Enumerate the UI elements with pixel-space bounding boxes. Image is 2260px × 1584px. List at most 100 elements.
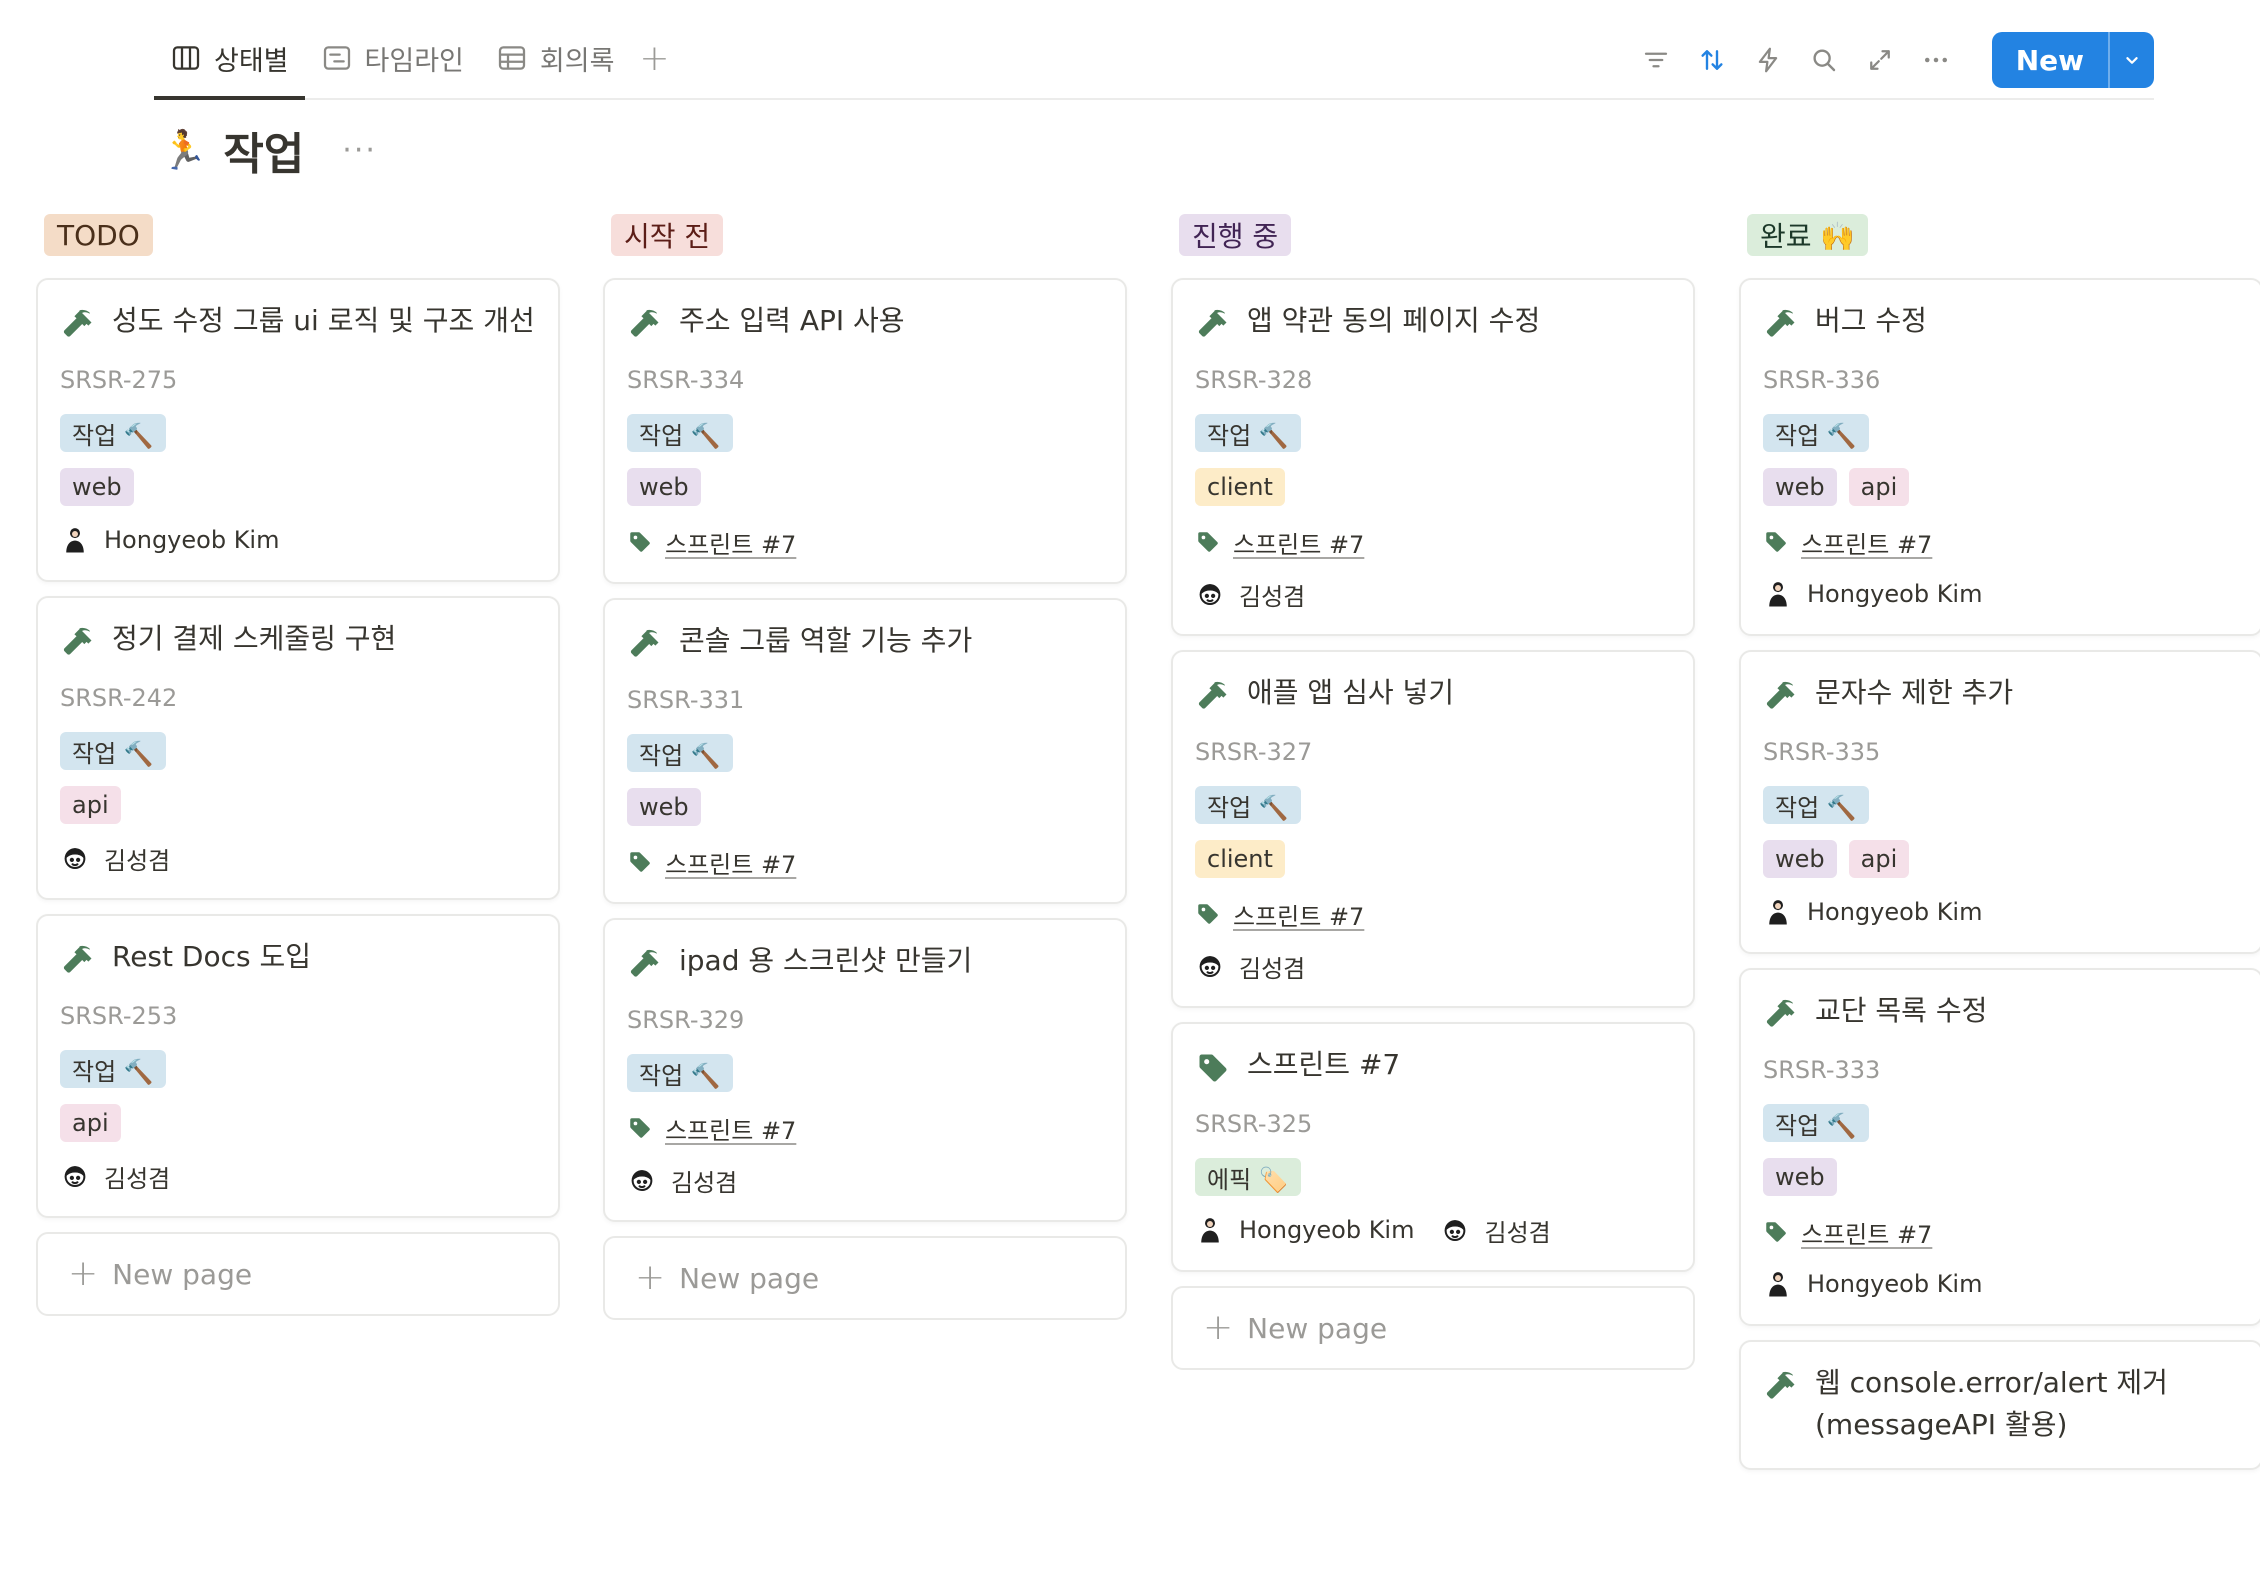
column-header: 시작 전 [611, 214, 1127, 256]
tags-row: web api [1763, 840, 2239, 878]
filter-icon[interactable] [1638, 42, 1674, 78]
task-card[interactable]: Rest Docs 도입 SRSR-253 작업 🔨 api 김성겸 [36, 914, 560, 1218]
type-badge: 작업 🔨 [627, 734, 733, 772]
tag-icon [627, 529, 653, 555]
card-title-row: 웹 console.error/alert 제거 (messageAPI 활용) [1763, 1362, 2239, 1446]
add-view-icon[interactable]: + [630, 22, 678, 94]
avatar [1440, 1215, 1470, 1245]
task-card[interactable]: 교단 목록 수정 SRSR-333 작업 🔨 web 스프린트 #7 Hongyeob K… [1739, 968, 2260, 1326]
task-card[interactable]: 앱 약관 동의 페이지 수정 SRSR-328 작업 🔨 client 스프린트 #7 김… [1171, 278, 1695, 636]
tag-badge: web [627, 468, 701, 506]
task-card[interactable]: 웹 console.error/alert 제거 (messageAPI 활용) [1739, 1340, 2260, 1470]
page-emoji-icon[interactable]: 🏃 [160, 128, 207, 173]
avatar [1763, 1269, 1793, 1299]
card-title[interactable]: 버그 수정 [1815, 300, 1927, 342]
sprint-link[interactable]: 스프린트 #7 [1801, 1215, 1932, 1250]
card-title[interactable]: 정기 결제 스케줄링 구현 [112, 618, 396, 660]
type-row: 작업 🔨 [60, 414, 536, 452]
card-title[interactable]: ipad 용 스크린샷 만들기 [679, 940, 972, 982]
task-id: SRSR-253 [60, 1002, 178, 1030]
hammer-icon [1195, 306, 1231, 342]
card-title[interactable]: 앱 약관 동의 페이지 수정 [1247, 300, 1540, 342]
view-tab-board[interactable]: 상태별 [154, 22, 305, 100]
title-more-icon[interactable]: ··· [342, 133, 377, 168]
task-card[interactable]: 성도 수정 그룹 ui 로직 및 구조 개선 SRSR-275 작업 🔨 web Hon… [36, 278, 560, 582]
sprint-link[interactable]: 스프린트 #7 [1233, 897, 1364, 932]
sort-icon[interactable] [1694, 42, 1730, 78]
tags-row: web [60, 468, 536, 506]
assignee-name: Hongyeob Kim [104, 526, 280, 554]
new-button-label[interactable]: New [1992, 32, 2108, 88]
hammer-icon [60, 624, 96, 660]
tag-icon [1763, 1219, 1789, 1245]
card-title[interactable]: 주소 입력 API 사용 [679, 300, 905, 342]
status-group-label[interactable]: 진행 중 [1179, 214, 1292, 256]
task-card[interactable]: 버그 수정 SRSR-336 작업 🔨 web api 스프린트 #7 Hongyeob K… [1739, 278, 2260, 636]
card-title[interactable]: Rest Docs 도입 [112, 936, 311, 978]
sprint-link[interactable]: 스프린트 #7 [665, 525, 796, 560]
task-id: SRSR-328 [1195, 366, 1313, 394]
new-page-button[interactable]: + New page [603, 1236, 1127, 1320]
card-title-row: Rest Docs 도입 [60, 936, 536, 982]
type-row: 작업 🔨 [627, 1054, 1103, 1092]
assignee-name: 김성겸 [104, 1164, 171, 1193]
card-title-row: 정기 결제 스케줄링 구현 [60, 618, 536, 664]
avatar [1195, 1215, 1225, 1245]
card-title[interactable]: 문자수 제한 추가 [1815, 672, 2013, 714]
task-id: SRSR-329 [627, 1006, 745, 1034]
card-title[interactable]: 콘솔 그룹 역할 기능 추가 [679, 620, 972, 662]
task-id: SRSR-327 [1195, 738, 1313, 766]
assignee-name: 김성겸 [671, 1168, 738, 1197]
column-header: 진행 중 [1179, 214, 1695, 256]
type-badge: 작업 🔨 [1763, 414, 1869, 452]
card-title-row: 성도 수정 그룹 ui 로직 및 구조 개선 [60, 300, 536, 346]
assignee-name: Hongyeob Kim [1807, 580, 1983, 608]
status-group-label[interactable]: TODO [44, 214, 153, 256]
task-card[interactable]: ipad 용 스크린샷 만들기 SRSR-329 작업 🔨 스프린트 #7 김성겸 [603, 918, 1127, 1222]
page-title[interactable]: 작업 [223, 118, 304, 182]
view-tab-timeline[interactable]: 타임라인 [305, 22, 480, 94]
sprint-link[interactable]: 스프린트 #7 [665, 1111, 796, 1146]
sprint-link[interactable]: 스프린트 #7 [665, 845, 796, 880]
sprint-relation: 스프린트 #7 [1763, 524, 2239, 560]
assignee: 김성겸 [60, 841, 170, 876]
view-tab-table[interactable]: 회의록 [480, 22, 631, 94]
task-card[interactable]: 문자수 제한 추가 SRSR-335 작업 🔨 web api Hongyeob Kim [1739, 650, 2260, 954]
task-card[interactable]: 콘솔 그룹 역할 기능 추가 SRSR-331 작업 🔨 web 스프린트 #7 [603, 598, 1127, 904]
task-card[interactable]: 주소 입력 API 사용 SRSR-334 작업 🔨 web 스프린트 #7 [603, 278, 1127, 584]
new-page-button[interactable]: + New page [1171, 1286, 1695, 1370]
assignee-row: Hongyeob Kim [60, 522, 536, 558]
new-page-button[interactable]: + New page [36, 1232, 560, 1316]
assignee-row: 김성겸 [627, 1162, 1103, 1198]
expand-icon[interactable] [1862, 42, 1898, 78]
type-row: 작업 🔨 [627, 734, 1103, 772]
status-group-label[interactable]: 완료 🙌 [1747, 214, 1869, 256]
tag-icon [627, 849, 653, 875]
task-card[interactable]: 스프린트 #7 SRSR-325 에픽 🏷️ Hongyeob Kim 김성겸 [1171, 1022, 1695, 1272]
type-badge: 작업 🔨 [627, 1054, 733, 1092]
search-icon[interactable] [1806, 42, 1842, 78]
card-title[interactable]: 성도 수정 그룹 ui 로직 및 구조 개선 [112, 300, 535, 342]
avatar [1763, 579, 1793, 609]
automation-icon[interactable] [1750, 42, 1786, 78]
type-row: 작업 🔨 [1195, 786, 1671, 824]
assignee-row: Hongyeob Kim [1763, 894, 2239, 930]
task-card[interactable]: 정기 결제 스케줄링 구현 SRSR-242 작업 🔨 api 김성겸 [36, 596, 560, 900]
more-icon[interactable] [1918, 42, 1954, 78]
card-title[interactable]: 애플 앱 심사 넣기 [1247, 672, 1454, 714]
type-row: 에픽 🏷️ [1195, 1158, 1671, 1196]
hammer-icon [627, 626, 663, 662]
card-title[interactable]: 교단 목록 수정 [1815, 990, 1987, 1032]
status-group-label[interactable]: 시작 전 [611, 214, 724, 256]
chevron-down-icon[interactable] [2108, 32, 2154, 88]
card-title[interactable]: 웹 console.error/alert 제거 (messageAPI 활용) [1815, 1362, 2239, 1446]
card-title[interactable]: 스프린트 #7 [1247, 1044, 1400, 1086]
avatar [1195, 951, 1225, 981]
task-card[interactable]: 애플 앱 심사 넣기 SRSR-327 작업 🔨 client 스프린트 #7 김성겸 [1171, 650, 1695, 1008]
hammer-icon [1763, 678, 1799, 714]
card-title-row: 앱 약관 동의 페이지 수정 [1195, 300, 1671, 346]
assignee: 김성겸 [1195, 577, 1305, 612]
sprint-link[interactable]: 스프린트 #7 [1801, 525, 1932, 560]
sprint-link[interactable]: 스프린트 #7 [1233, 525, 1364, 560]
assignee: Hongyeob Kim [60, 525, 279, 555]
